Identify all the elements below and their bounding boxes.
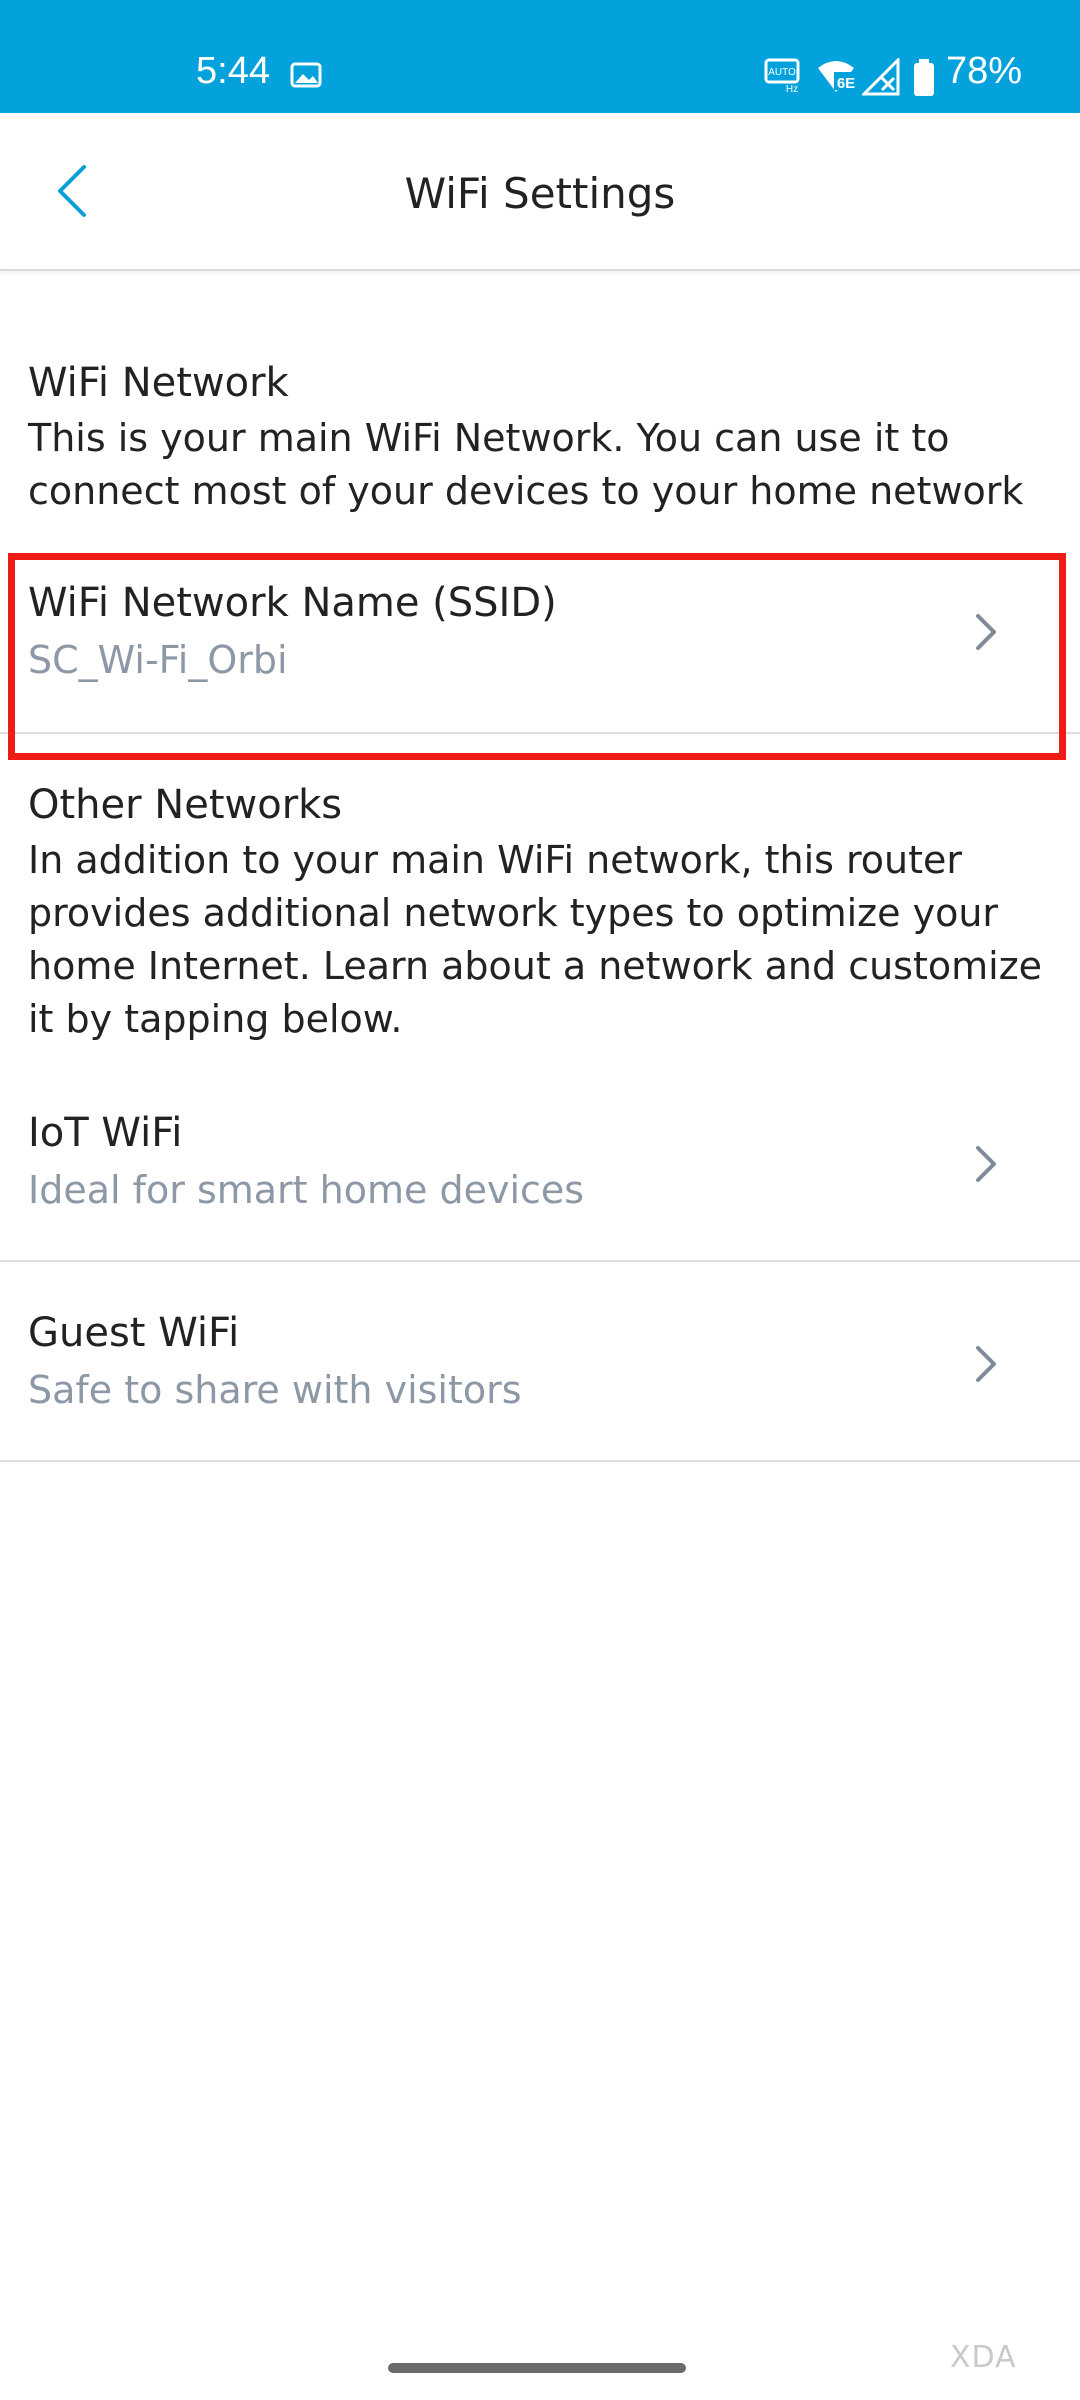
chevron-right-icon: [976, 1346, 996, 1382]
other-networks-description: In addition to your main WiFi network, t…: [28, 838, 1043, 1041]
gallery-icon: [290, 62, 322, 92]
status-bar: 5:44 AUTO Hz 6E 78%: [0, 0, 1080, 113]
status-time: 5:44: [196, 50, 270, 92]
ssid-value: SC_Wi-Fi_Orbi: [28, 638, 288, 682]
auto-label: AUTO: [768, 67, 796, 78]
guest-wifi-label: Guest WiFi: [28, 1310, 240, 1356]
auto-hz-icon: AUTO Hz: [764, 58, 804, 98]
app-bar: WiFi Settings: [0, 113, 1080, 271]
wifi-network-description: This is your main WiFi Network. You can …: [28, 416, 1024, 513]
chevron-right-icon: [976, 1146, 996, 1182]
hz-label: Hz: [786, 84, 798, 94]
iot-wifi-subtitle: Ideal for smart home devices: [28, 1168, 585, 1212]
other-networks-title: Other Networks: [28, 782, 343, 828]
wifi-network-title: WiFi Network: [28, 360, 289, 406]
ssid-label: WiFi Network Name (SSID): [28, 580, 557, 626]
home-indicator[interactable]: [388, 2363, 686, 2373]
iot-wifi-row[interactable]: IoT WiFi Ideal for smart home devices: [0, 1090, 1080, 1262]
ssid-row[interactable]: WiFi Network Name (SSID) SC_Wi-Fi_Orbi: [0, 556, 1080, 734]
guest-wifi-subtitle: Safe to share with visitors: [28, 1368, 522, 1412]
wifi-6e-icon: 6E: [816, 58, 860, 100]
battery-percent: 78%: [946, 50, 1023, 92]
iot-wifi-label: IoT WiFi: [28, 1110, 183, 1156]
guest-wifi-row[interactable]: Guest WiFi Safe to share with visitors: [0, 1262, 1080, 1462]
page-title: WiFi Settings: [404, 169, 676, 218]
no-signal-icon: [860, 56, 902, 100]
xda-watermark: XDA: [950, 2340, 1017, 2375]
chevron-right-icon: [976, 614, 996, 650]
wifi-label: 6E: [837, 75, 855, 92]
battery-icon: [912, 58, 936, 102]
